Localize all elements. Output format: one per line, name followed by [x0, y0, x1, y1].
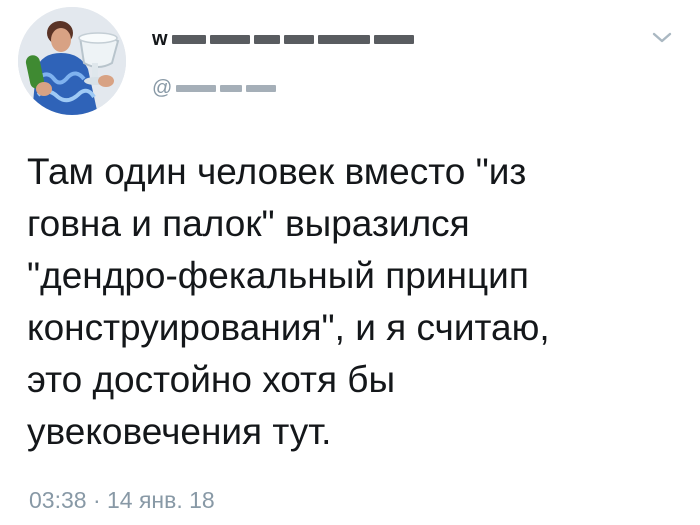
handle-redaction — [220, 84, 243, 92]
tweet-text-line: Там один человек вместо "из — [27, 151, 527, 192]
avatar-photo — [18, 7, 126, 115]
tweet-text-line: "дендро-фекальный принцип — [27, 255, 529, 296]
handle-redaction — [246, 84, 277, 92]
name-redaction — [253, 34, 280, 44]
avatar[interactable] — [18, 7, 126, 115]
display-name-text: w — [152, 28, 168, 50]
author-display-name[interactable]: w — [152, 26, 414, 52]
tweet-text-line: конструирования", и я считаю, — [27, 307, 550, 348]
tweet-text-line: говна и палок" выразился — [27, 203, 470, 244]
name-redaction — [209, 34, 250, 44]
tweet-text-line: это достойно хотя бы — [27, 359, 396, 400]
name-redaction — [283, 34, 314, 44]
handle-prefix: @ — [152, 77, 173, 99]
tweet-timestamp[interactable]: 03:38 · 14 янв. 18 — [29, 486, 215, 514]
name-redaction — [373, 34, 414, 44]
handle-redaction — [176, 84, 217, 92]
name-redaction — [171, 34, 206, 44]
tweet-card: w @ Там один человек вместо "из говна и … — [0, 0, 700, 525]
author-handle[interactable]: @ — [152, 76, 277, 100]
chevron-down-icon[interactable] — [650, 28, 674, 48]
name-redaction — [317, 34, 370, 44]
tweet-text: Там один человек вместо "из говна и пало… — [27, 146, 687, 458]
tweet-text-line: увековечения тут. — [27, 411, 332, 452]
